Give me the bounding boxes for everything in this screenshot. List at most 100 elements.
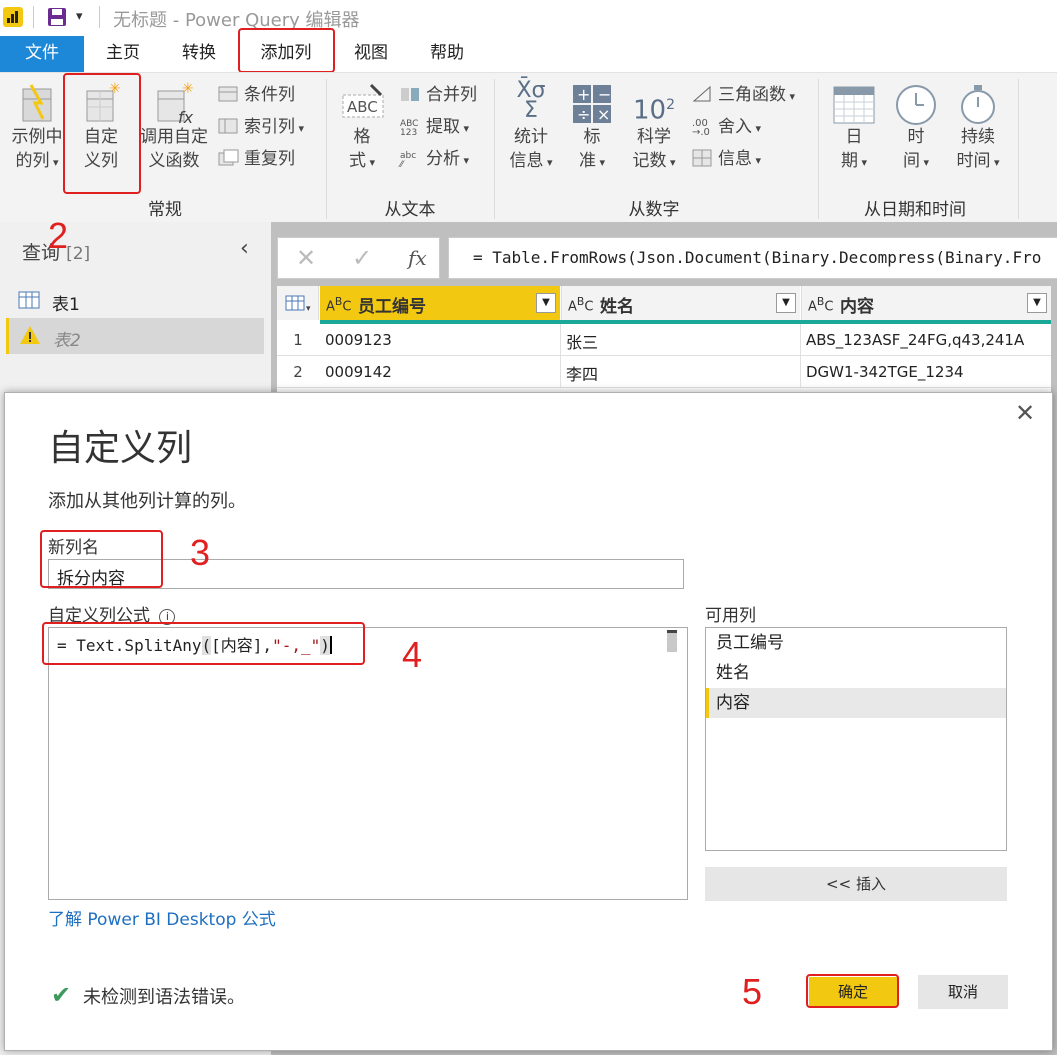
table-menu-icon[interactable]: ▾ (277, 286, 319, 320)
duration-button[interactable]: 持续 时间 ▾ (950, 81, 1006, 175)
duplicate-column-button[interactable]: 重复列 (218, 145, 295, 173)
warning-icon (19, 325, 41, 345)
extract-abc123-icon: ABC 123 (400, 119, 419, 138)
text-type-icon: ABC (808, 295, 834, 315)
tab-view[interactable]: 视图 (340, 36, 402, 72)
index-column-icon (218, 116, 240, 134)
rounding-button[interactable]: .00 →.0 舍入 ▾ (692, 113, 761, 141)
highlight-new-column-name (40, 530, 163, 588)
title-bar: ▾ 无标题 - Power Query 编辑器 (0, 0, 1057, 36)
close-icon[interactable]: ✕ (1015, 399, 1035, 427)
svg-text:▾: ▾ (306, 304, 311, 314)
quick-access-dropdown-icon[interactable]: ▾ (76, 9, 83, 24)
tab-file[interactable]: 文件 (0, 36, 84, 72)
scientific-ten-power-icon: 102 (632, 95, 675, 126)
ribbon-tabs: 文件 主页 转换 添加列 视图 帮助 (0, 36, 1057, 72)
dialog-title: 自定义列 (48, 428, 193, 469)
filter-dropdown-icon[interactable]: ▼ (776, 293, 796, 313)
query-item-table1[interactable]: 表1 (14, 286, 264, 316)
svg-text:×: × (597, 105, 610, 124)
svg-text:÷: ÷ (577, 105, 590, 124)
tab-transform[interactable]: 转换 (168, 36, 230, 72)
syntax-status: 未检测到语法错误。 (83, 987, 245, 1008)
formula-bar-buttons: ✕ ✓ fx (277, 237, 440, 279)
save-icon[interactable] (47, 7, 67, 27)
cancel-button[interactable]: 取消 (918, 975, 1008, 1009)
scientific-button[interactable]: 102 科学 记数 ▾ (624, 81, 684, 175)
annotation-4: 4 (402, 634, 423, 675)
column-header-employee-id[interactable]: ABC 员工编号 ▼ (320, 286, 560, 320)
statistics-sigma-icon: X̄σ Σ (516, 78, 546, 123)
highlight-add-column-tab (238, 28, 335, 73)
invoke-function-icon: fx ✳ (152, 81, 196, 127)
svg-text:−: − (598, 85, 611, 104)
duplicate-column-icon (218, 148, 240, 166)
standard-button[interactable]: + − ÷ × 标 准 ▾ (566, 81, 618, 175)
trigonometry-button[interactable]: 三角函数 ▾ (692, 81, 795, 109)
merge-columns-button[interactable]: 合并列 (400, 81, 477, 109)
checkmark-icon: ✔ (51, 981, 72, 1009)
highlight-custom-column-button (63, 73, 141, 194)
learn-formulas-link[interactable]: 了解 Power BI Desktop 公式 (48, 905, 276, 930)
extract-button[interactable]: ABC 123 提取 ▾ (400, 113, 469, 141)
cancel-formula-icon[interactable]: ✕ (296, 244, 316, 272)
filter-dropdown-icon[interactable]: ▼ (536, 293, 556, 313)
parse-icon: abc ⁄⁄ (400, 151, 417, 170)
list-item[interactable]: 员工编号 (706, 628, 1006, 658)
group-label-general: 常规 (148, 200, 182, 220)
data-table: ▾ ABC 员工编号 ▼ ABC 姓名 ▼ ABC 内容 ▼ 1 0009123… (277, 286, 1051, 396)
clock-icon (894, 81, 938, 125)
information-button[interactable]: 信息 ▾ (692, 145, 761, 173)
merge-columns-icon (400, 84, 422, 102)
ribbon: 示例中 的列 ▾ ✳ 自定 义列 fx ✳ 调用自定 义函数 条件列 索引列 ▾ … (0, 72, 1057, 222)
column-header-name[interactable]: ABC 姓名 ▼ (561, 286, 800, 320)
column-from-examples-icon (17, 81, 57, 125)
custom-column-formula-editor[interactable]: = Text.SplitAny([内容],"-,_") (48, 627, 688, 900)
svg-text:+: + (577, 85, 590, 104)
editor-scrollbar[interactable] (667, 630, 677, 652)
available-columns-list: 员工编号 姓名 内容 (705, 627, 1007, 851)
column-header-content[interactable]: ABC 内容 ▼ (801, 286, 1051, 320)
filter-dropdown-icon[interactable]: ▼ (1027, 293, 1047, 313)
tab-home[interactable]: 主页 (92, 36, 154, 72)
invoke-custom-function-button[interactable]: fx ✳ 调用自定 义函数 (136, 81, 212, 173)
text-type-icon: ABC (568, 295, 594, 315)
format-button[interactable]: ABC 格 式 ▾ (334, 81, 390, 175)
standard-math-icon: + − ÷ × (571, 81, 613, 125)
list-item[interactable]: 内容 (706, 688, 1006, 718)
table-row: 1 0009123 张三 ABS_123ASF_24FG,q43,241A (277, 324, 1051, 356)
column-from-examples-button[interactable]: 示例中 的列 ▾ (6, 81, 68, 175)
insert-button[interactable]: << 插入 (705, 867, 1007, 901)
table-icon (18, 291, 40, 309)
formula-bar-input[interactable]: = Table.FromRows(Json.Document(Binary.De… (448, 237, 1057, 279)
annotation-5: 5 (742, 971, 763, 1012)
annotation-3: 3 (190, 532, 211, 573)
svg-text:ABC: ABC (347, 98, 378, 116)
collapse-pane-icon[interactable]: ‹ (240, 236, 249, 261)
list-item[interactable]: 姓名 (706, 658, 1006, 688)
powerbi-logo-icon (3, 7, 23, 27)
conditional-column-icon (218, 84, 240, 102)
svg-text:fx: fx (178, 108, 194, 125)
group-label-from-number: 从数字 (628, 200, 680, 220)
text-type-icon: ABC (326, 295, 352, 315)
dialog-subtitle: 添加从其他列计算的列。 (48, 491, 246, 512)
highlight-formula (42, 622, 365, 665)
date-button[interactable]: 日 期 ▾ (826, 81, 882, 175)
available-columns-label: 可用列 (705, 606, 756, 626)
custom-column-dialog: ✕ 自定义列 添加从其他列计算的列。 新列名 拆分内容 自定义列公式 i = T… (4, 392, 1053, 1051)
group-label-from-datetime: 从日期和时间 (864, 200, 966, 220)
trigonometry-icon (692, 84, 714, 102)
group-label-from-text: 从文本 (384, 200, 436, 220)
conditional-column-button[interactable]: 条件列 (218, 81, 295, 109)
time-button[interactable]: 时 间 ▾ (888, 81, 944, 175)
calendar-icon (832, 81, 876, 125)
tab-help[interactable]: 帮助 (416, 36, 478, 72)
parse-button[interactable]: abc ⁄⁄ 分析 ▾ (400, 145, 469, 173)
fx-icon[interactable]: fx (408, 246, 427, 270)
index-column-button[interactable]: 索引列 ▾ (218, 113, 304, 141)
stopwatch-icon (956, 81, 1000, 125)
commit-formula-icon[interactable]: ✓ (352, 244, 372, 272)
statistics-button[interactable]: X̄σ Σ 统计 信息 ▾ (502, 78, 560, 175)
query-item-table2[interactable]: 表2 (6, 318, 264, 354)
